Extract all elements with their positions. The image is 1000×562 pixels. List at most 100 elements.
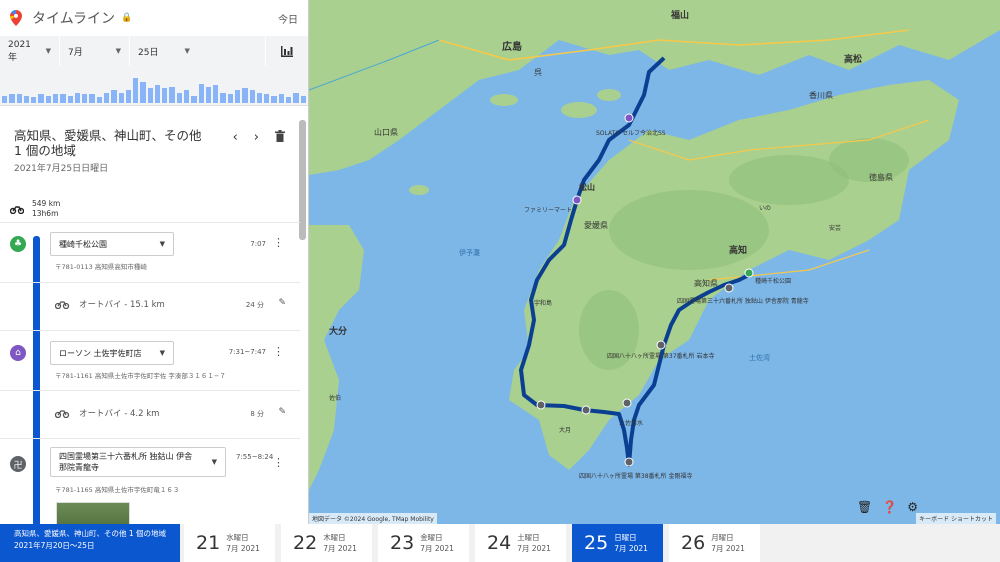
chevron-down-icon: ▼ xyxy=(159,349,165,357)
map-label-yamaguchi: 山口県 xyxy=(374,127,398,137)
histogram-bar xyxy=(162,88,168,103)
histogram-bars xyxy=(2,73,306,103)
histogram-bar xyxy=(111,89,117,103)
map-view[interactable]: 広島 福山 高松 高知 大分 愛媛県 高知県 香川県 徳島県 山口県 松山 呉 … xyxy=(308,0,1000,524)
keyboard-shortcuts-link[interactable]: キーボード ショートカット xyxy=(916,513,996,524)
place-address: 〒781-1161 高知県土佐市宇佐町宇佐 字湊部３１６１−７ xyxy=(55,372,226,380)
app-title: タイムライン xyxy=(32,11,116,27)
histogram-bar xyxy=(74,92,81,103)
day-month: 7月 2021 xyxy=(420,544,454,553)
place-select[interactable]: ローソン 土佐宇佐町店 ▼ xyxy=(50,341,174,365)
motorcycle-icon xyxy=(10,205,24,214)
shop-icon: ⌂ xyxy=(10,345,26,361)
histogram-bar xyxy=(205,86,212,103)
settings-icon[interactable]: ⚙ xyxy=(907,500,918,514)
month-select[interactable]: 7月 ▼ xyxy=(60,36,130,66)
stats-button[interactable] xyxy=(266,36,308,66)
histogram-bar xyxy=(213,85,219,103)
day-month: 7月 2021 xyxy=(323,544,357,553)
activity-histogram[interactable] xyxy=(0,66,308,106)
histogram-bar xyxy=(52,94,59,103)
more-vert-icon[interactable]: ⋮ xyxy=(273,345,284,358)
map-label-aki: 安芸 xyxy=(829,224,841,232)
day-card-22[interactable]: 22 木曜日 7月 2021 xyxy=(281,524,374,562)
trash-icon[interactable]: 🗑 xyxy=(857,500,872,514)
histogram-bar xyxy=(220,92,226,103)
histogram-bar xyxy=(103,92,110,103)
map-label-spot4: 四国八十八ヶ所霊場 第37番札所 岩本寺 xyxy=(607,352,714,360)
map-label-saiki: 佐伯 xyxy=(329,394,341,402)
trash-icon[interactable] xyxy=(275,130,285,142)
day-card-24[interactable]: 24 土曜日 7月 2021 xyxy=(475,524,568,562)
place-select[interactable]: 四国霊場第三十六番札所 独鈷山 伊舎那院青龍寺 ▼ xyxy=(50,447,226,477)
maps-pin-icon xyxy=(10,10,22,26)
map-canvas: 広島 福山 高松 高知 大分 愛媛県 高知県 香川県 徳島県 山口県 松山 呉 … xyxy=(308,0,1000,524)
total-distance: 549 km xyxy=(32,199,61,208)
place-address: 〒781-0113 高知県高知市種崎 xyxy=(55,263,147,271)
histogram-bar xyxy=(285,97,292,103)
movement-segment[interactable]: オートバイ - 15.1 km xyxy=(55,298,165,310)
divider xyxy=(0,390,300,391)
histogram-bar xyxy=(184,89,190,103)
chevron-down-icon: ▼ xyxy=(115,47,121,55)
movement-label: オートバイ - 15.1 km xyxy=(79,300,165,310)
place-time: 7:31~7:47 xyxy=(228,348,266,356)
day-weekday: 水曜日 xyxy=(226,533,249,542)
histogram-bar xyxy=(67,95,73,103)
help-icon[interactable]: ❓ xyxy=(882,500,897,514)
more-vert-icon[interactable]: ⋮ xyxy=(273,456,284,469)
day-card-26[interactable]: 26 月曜日 7月 2021 xyxy=(669,524,762,562)
histogram-bar xyxy=(191,95,197,103)
place-select[interactable]: 種崎千松公園 ▼ xyxy=(50,232,174,256)
motorcycle-icon xyxy=(55,300,70,309)
movement-segment[interactable]: オートバイ - 4.2 km xyxy=(55,407,159,419)
prev-day-button[interactable]: ‹ xyxy=(233,130,238,145)
place-address: 〒781-1165 高知県土佐市宇佐町竜１６３ xyxy=(55,486,180,494)
park-icon: ♣ xyxy=(10,236,26,252)
year-select[interactable]: 2021年 ▼ xyxy=(0,36,60,66)
day-card-21[interactable]: 21 水曜日 7月 2021 xyxy=(184,524,277,562)
histogram-bar xyxy=(176,92,183,103)
map-label-tokushima: 徳島県 xyxy=(869,172,893,182)
day-card-23[interactable]: 23 金曜日 7月 2021 xyxy=(378,524,471,562)
histogram-bar xyxy=(198,83,204,103)
day-weekday: 木曜日 xyxy=(323,533,346,542)
more-vert-icon[interactable]: ⋮ xyxy=(273,236,284,249)
day-number: 23 xyxy=(390,532,415,554)
trip-summary[interactable]: 高知県、愛媛県、神山町、その他 1 個の地域 2021年7月20日〜25日 xyxy=(0,524,180,562)
histogram-bar xyxy=(60,94,66,103)
map-label-sea: 伊予灘 xyxy=(459,248,480,257)
histogram-bar xyxy=(278,94,284,103)
day-timeline[interactable]: 高知県、愛媛県、神山町、その他 1 個の地域 2021年7月25日日曜日 ‹ ›… xyxy=(0,116,308,524)
map-label-hiroshima: 広島 xyxy=(502,40,522,53)
histogram-bar xyxy=(133,77,139,103)
map-label-kochi-pref: 高知県 xyxy=(694,278,718,288)
day-select[interactable]: 25日 ▼ xyxy=(130,36,266,66)
movement-duration: 8 分 xyxy=(250,410,264,418)
map-label-spot5: 四国八十八ヶ所霊場 第38番札所 金剛福寺 xyxy=(579,472,692,480)
day-month: 7月 2021 xyxy=(711,544,745,553)
route-line xyxy=(33,236,40,524)
place-name: 種崎千松公園 xyxy=(59,239,107,249)
edit-icon[interactable]: ✎ xyxy=(278,407,286,417)
trip-day-bar: 高知県、愛媛県、神山町、その他 1 個の地域 2021年7月20日〜25日 21… xyxy=(0,524,1000,562)
trip-dates: 2021年7月20日〜25日 xyxy=(14,541,95,550)
edit-icon[interactable]: ✎ xyxy=(278,298,286,308)
histogram-bar xyxy=(2,95,8,103)
place-name: ローソン 土佐宇佐町店 xyxy=(59,348,142,358)
day-card-25[interactable]: 25 日曜日 7月 2021 xyxy=(572,524,665,562)
trip-title: 高知県、愛媛県、神山町、その他 1 個の地域 xyxy=(14,529,167,538)
divider xyxy=(0,282,300,283)
histogram-bar xyxy=(89,94,95,103)
total-duration: 13h6m xyxy=(32,209,59,218)
chevron-down-icon: ▼ xyxy=(159,240,165,248)
histogram-bar xyxy=(16,94,22,103)
place-photo[interactable] xyxy=(56,502,130,524)
divider xyxy=(0,438,300,439)
map-tools: 🗑 ❓ ⚙ xyxy=(857,500,918,514)
temple-icon: 卍 xyxy=(10,456,26,472)
histogram-bar xyxy=(82,94,88,103)
map-label-tosashimizu: 土佐清水 xyxy=(619,419,643,427)
next-day-button[interactable]: › xyxy=(254,130,259,145)
today-button[interactable]: 今日 xyxy=(278,11,298,26)
